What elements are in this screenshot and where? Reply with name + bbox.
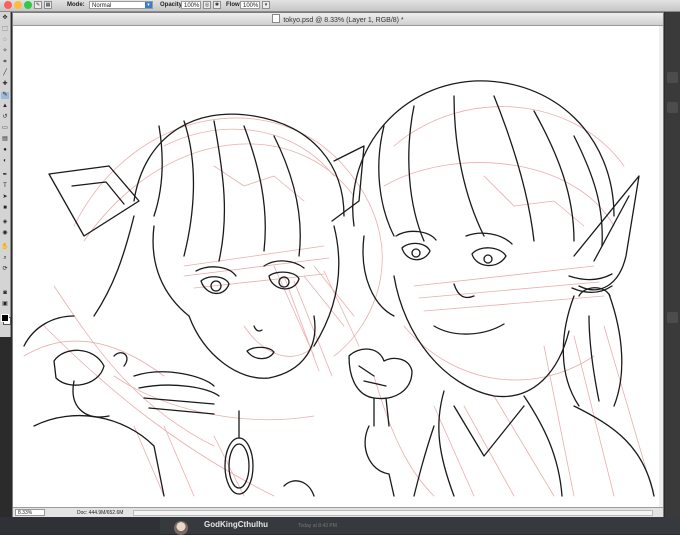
flow-field[interactable]: 100% (240, 1, 260, 9)
panel-collapsed-icon[interactable] (667, 72, 678, 83)
eyedropper-tool-icon[interactable]: ╱ (1, 70, 9, 77)
mode-select-value: Normal (92, 3, 112, 9)
screen-mode-icon[interactable]: ▣ (1, 301, 9, 308)
brush-preset-picker[interactable]: ✎ (34, 1, 42, 9)
move-tool-icon[interactable]: ✥ (1, 15, 9, 22)
horizontal-scrollbar[interactable] (133, 510, 653, 516)
zoom-tool-icon[interactable]: ⌕ (1, 255, 9, 262)
panel-collapsed-icon[interactable] (667, 312, 678, 323)
panel-dock-strip (665, 12, 680, 517)
options-bar: ✎ ▦ Mode: Normal ▾ Opacity: 100% ◎ ✱ Flo… (0, 0, 680, 12)
path-select-tool-icon[interactable]: ➤ (1, 194, 9, 201)
document-title-text: tokyo.psd @ 8.33% (Layer 1, RGB/8) * (283, 17, 404, 24)
foreground-color-swatch[interactable] (1, 314, 9, 322)
document-icon (272, 14, 281, 23)
avatar[interactable] (174, 521, 188, 535)
message-timestamp: Today at 8:43 PM (298, 523, 337, 529)
gradient-tool-icon[interactable]: ▤ (1, 136, 9, 143)
healing-tool-icon[interactable]: ✚ (1, 81, 9, 88)
lasso-tool-icon[interactable]: ◌ (1, 37, 9, 44)
hand-tool-icon[interactable]: ✋ (1, 244, 9, 251)
brush-tool-icon[interactable]: ✎ (1, 92, 9, 99)
brush-panel-toggle[interactable]: ▦ (44, 1, 52, 9)
document-titlebar[interactable]: tokyo.psd @ 8.33% (Layer 1, RGB/8) * (13, 13, 663, 26)
sketch-artwork (23, 80, 655, 497)
vertical-scrollbar[interactable] (659, 26, 663, 507)
mode-select[interactable]: Normal ▾ (89, 1, 153, 9)
pen-tool-icon[interactable]: ✒ (1, 172, 9, 179)
marquee-tool-icon[interactable]: ⬚ (1, 26, 9, 33)
zoom-window-icon[interactable] (24, 1, 32, 9)
flow-dropdown[interactable]: ▾ (262, 1, 270, 9)
magic-wand-tool-icon[interactable]: ✧ (1, 48, 9, 55)
airbrush-toggle[interactable]: ✱ (213, 1, 221, 9)
document-window: tokyo.psd @ 8.33% (Layer 1, RGB/8) * 8.3… (12, 12, 664, 518)
3d-tool-icon[interactable]: ◈ (1, 219, 9, 226)
type-tool-icon[interactable]: T (1, 183, 9, 190)
message-username[interactable]: GodKingCthulhu (204, 520, 268, 530)
panel-collapsed-icon[interactable] (667, 102, 678, 113)
zoom-level-field[interactable]: 8.33% (15, 509, 45, 516)
close-window-icon[interactable] (4, 1, 12, 9)
blur-tool-icon[interactable]: ● (1, 147, 9, 154)
tools-panel: ✥ ⬚ ◌ ✧ ⌗ ╱ ✚ ✎ ▲ ↺ ▭ ▤ ● ◐ ✒ T ➤ ■ ◈ ◉ … (0, 12, 11, 337)
image-canvas[interactable] (14, 26, 662, 507)
document-title: tokyo.psd @ 8.33% (Layer 1, RGB/8) * (13, 14, 663, 26)
document-size-info[interactable]: Doc: 444.9M/652.6M (77, 509, 123, 517)
chevron-down-icon: ▾ (145, 2, 152, 8)
opacity-pressure-toggle[interactable]: ◎ (203, 1, 211, 9)
crop-tool-icon[interactable]: ⌗ (1, 59, 9, 66)
eraser-tool-icon[interactable]: ▭ (1, 125, 9, 132)
minimize-window-icon[interactable] (14, 1, 22, 9)
stamp-tool-icon[interactable]: ▲ (1, 103, 9, 110)
history-brush-tool-icon[interactable]: ↺ (1, 114, 9, 121)
mode-label: Mode: (67, 2, 85, 8)
3d-camera-tool-icon[interactable]: ◉ (1, 230, 9, 237)
shape-tool-icon[interactable]: ■ (1, 205, 9, 212)
line-art-layer (23, 80, 655, 497)
rotate-view-tool-icon[interactable]: ⟳ (1, 266, 9, 273)
opacity-field[interactable]: 100% (181, 1, 201, 9)
quick-mask-icon[interactable]: ◙ (1, 290, 9, 297)
chat-sidebar-strip (0, 517, 160, 534)
chat-message-row: GodKingCthulhu Today at 8:43 PM (160, 517, 680, 535)
dodge-tool-icon[interactable]: ◐ (1, 158, 9, 165)
